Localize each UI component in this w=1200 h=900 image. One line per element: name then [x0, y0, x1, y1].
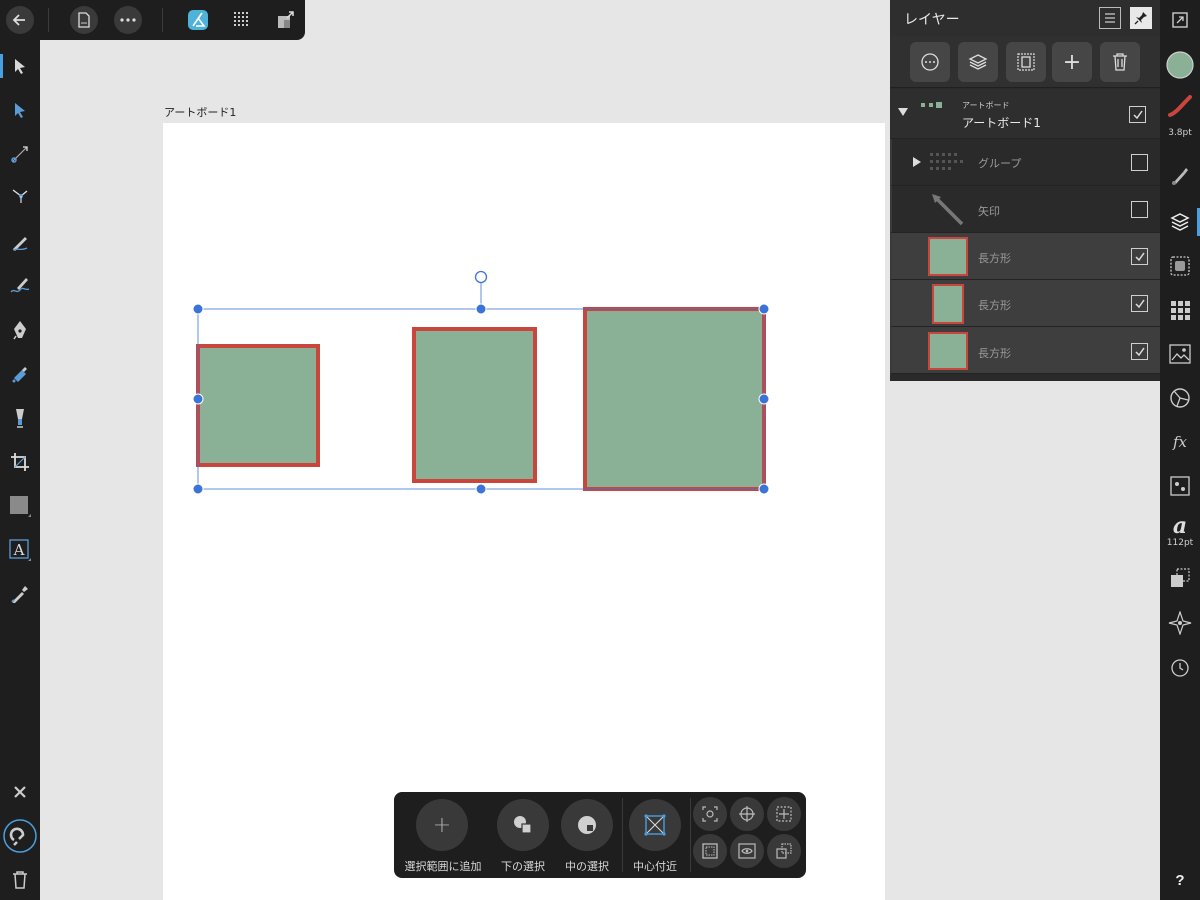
- symbols-icon[interactable]: [1160, 466, 1200, 506]
- select-under-label: 下の選択: [501, 860, 545, 873]
- canvas-shapes[interactable]: [0, 0, 890, 900]
- arrow-thumbnail-icon: [932, 194, 964, 226]
- rectangle-shape-2[interactable]: [412, 327, 537, 483]
- layer-row-group[interactable]: グループ: [890, 139, 1160, 186]
- snap-view-icon[interactable]: [730, 834, 764, 868]
- select-inside-label: 中の選択: [565, 860, 609, 873]
- layer-name: 長方形: [978, 299, 1011, 312]
- rectangle-thumbnail: [928, 332, 968, 370]
- near-center-icon: [644, 814, 666, 836]
- resize-handle-right[interactable]: [758, 393, 770, 405]
- layers-icon[interactable]: [1160, 202, 1200, 242]
- fill-color-swatch[interactable]: [1160, 45, 1200, 85]
- navigator-icon[interactable]: [1160, 603, 1200, 643]
- pin-icon[interactable]: [1130, 7, 1152, 29]
- transform-icon[interactable]: [1160, 558, 1200, 598]
- appearance-icon[interactable]: [1160, 246, 1200, 286]
- resize-handle-left[interactable]: [192, 393, 204, 405]
- layer-visibility-checkbox[interactable]: [1131, 154, 1148, 171]
- select-under-icon: [514, 816, 532, 834]
- rectangle-thumbnail: [928, 237, 968, 276]
- resize-handle-top-right[interactable]: [758, 303, 770, 315]
- add-to-selection-button[interactable]: +: [416, 799, 468, 851]
- rectangle-thumbnail: [932, 284, 964, 324]
- add-to-selection-label: 選択範囲に追加: [404, 860, 482, 873]
- rectangle-shape-1[interactable]: [196, 344, 320, 467]
- layers-header: レイヤー: [890, 0, 1160, 36]
- help-label: ?: [1175, 871, 1185, 889]
- stroke-icon[interactable]: [1160, 86, 1200, 126]
- snap-grid-icon[interactable]: [767, 797, 801, 831]
- layer-name: アートボード1: [962, 116, 1041, 130]
- layer-name: 矢印: [978, 205, 1000, 218]
- layer-stack-icon[interactable]: [958, 42, 998, 82]
- history-icon[interactable]: [1160, 648, 1200, 688]
- resize-handle-bottom-right[interactable]: [758, 483, 770, 495]
- layer-visibility-checkbox[interactable]: [1131, 248, 1148, 265]
- selection-context-toolbar: + 選択範囲に追加 下の選択 中の選択 中心付近: [394, 792, 806, 878]
- rotation-handle[interactable]: [474, 270, 488, 284]
- layer-row-arrow[interactable]: 矢印: [890, 186, 1160, 233]
- layer-visibility-checkbox[interactable]: [1131, 295, 1148, 312]
- collapse-triangle-icon[interactable]: [898, 107, 908, 117]
- snap-target-icon[interactable]: [730, 797, 764, 831]
- layer-visibility-checkbox[interactable]: [1131, 201, 1148, 218]
- near-center-button[interactable]: [629, 799, 681, 851]
- group-thumbnail-icon: [930, 153, 963, 170]
- artboard-thumbnail-icon: [921, 102, 942, 108]
- layer-name: 長方形: [978, 252, 1011, 265]
- toolbar-divider: [690, 798, 691, 872]
- right-studio-panel: 3.8pt fx a 112pt ?: [1160, 0, 1200, 900]
- layer-row-rectangle-1[interactable]: 長方形: [890, 233, 1160, 280]
- snap-bounds-icon[interactable]: [693, 834, 727, 868]
- layer-visibility-checkbox[interactable]: [1129, 106, 1146, 123]
- layer-name: 長方形: [978, 347, 1011, 360]
- select-under-button[interactable]: [497, 799, 549, 851]
- delete-layer-icon[interactable]: [1100, 42, 1140, 82]
- effects-icon[interactable]: fx: [1160, 422, 1200, 462]
- select-inside-button[interactable]: [561, 799, 613, 851]
- layer-type-label: アートボード: [962, 101, 1010, 110]
- resize-handle-top[interactable]: [475, 303, 487, 315]
- character-glyph: a: [1172, 513, 1188, 539]
- resize-handle-bottom-left[interactable]: [192, 483, 204, 495]
- layers-title: レイヤー: [904, 12, 960, 28]
- layers-panel: レイヤー + アートボード アートボード1 グループ 矢印 長方形 長方形 長方…: [890, 0, 1160, 381]
- image-icon[interactable]: [1160, 334, 1200, 374]
- layer-row-rectangle-2[interactable]: 長方形: [890, 280, 1160, 327]
- resize-handle-top-left[interactable]: [192, 303, 204, 315]
- snap-arrange-icon[interactable]: [767, 834, 801, 868]
- rectangle-shape-3[interactable]: [583, 307, 766, 491]
- layer-name: グループ: [978, 157, 1022, 170]
- toolbar-divider: [622, 798, 623, 872]
- layer-visibility-checkbox[interactable]: [1131, 343, 1148, 360]
- layer-row-artboard[interactable]: アートボード アートボード1: [890, 89, 1160, 139]
- layer-options-icon[interactable]: [910, 42, 950, 82]
- mask-layer-icon[interactable]: [1006, 42, 1046, 82]
- resize-handle-bottom[interactable]: [475, 483, 487, 495]
- document-expand-icon[interactable]: [1160, 0, 1200, 40]
- stroke-width-label: 3.8pt: [1168, 128, 1192, 138]
- font-size-label: 112pt: [1166, 538, 1194, 548]
- brushes-icon[interactable]: [1160, 156, 1200, 196]
- expand-triangle-icon[interactable]: [912, 157, 921, 167]
- snap-rotation-icon[interactable]: [693, 797, 727, 831]
- help-button[interactable]: ?: [1160, 860, 1200, 900]
- color-wheel-icon[interactable]: [1160, 378, 1200, 418]
- near-center-label: 中心付近: [633, 860, 677, 873]
- add-layer-button[interactable]: +: [1052, 42, 1092, 82]
- select-inside-icon: [578, 816, 596, 834]
- layers-actions-bar: +: [890, 36, 1160, 88]
- swatches-icon[interactable]: [1160, 290, 1200, 330]
- effects-label: fx: [1172, 433, 1187, 451]
- layer-row-rectangle-3[interactable]: 長方形: [890, 327, 1160, 374]
- panel-menu-icon[interactable]: [1099, 7, 1121, 29]
